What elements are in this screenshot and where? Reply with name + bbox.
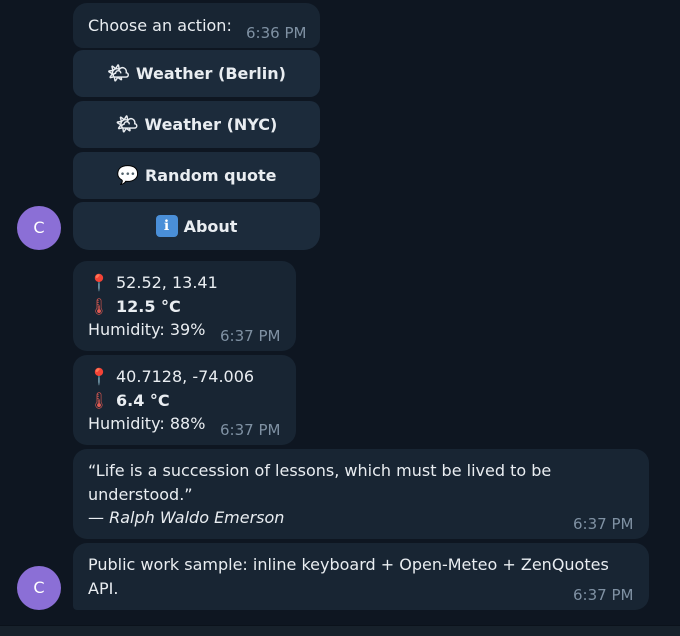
speech-bubble-icon: 💬 (116, 165, 139, 186)
about-message: Public work sample: inline keyboard + Op… (73, 543, 649, 610)
quote-text-line-1: “Life is a succession of lessons, which … (88, 461, 552, 480)
quote-text-line-2: understood.” (88, 485, 193, 504)
quote-message: “Life is a succession of lessons, which … (73, 449, 649, 539)
weather-berlin-message: 📍 52.52, 13.41 🌡 12.5 °C Humidity: 39% 6:3… (73, 261, 296, 351)
coords-text: 40.7128, -74.006 (116, 367, 255, 386)
coords-line: 📍 52.52, 13.41 (88, 271, 218, 294)
temperature-text: 6.4 °C (116, 391, 170, 410)
weather-nyc-message: 📍 40.7128, -74.006 🌡 6.4 °C Humidity: 88% … (73, 355, 296, 445)
menu-message-time: 6:36 PM (246, 24, 307, 42)
about-text-line-2: API. (88, 579, 119, 598)
weather-nyc-button[interactable]: 🌤 Weather (NYC) (73, 101, 320, 148)
weather-nyc-label: Weather (NYC) (144, 115, 278, 134)
avatar[interactable]: C (17, 206, 61, 250)
composer-bar (0, 625, 680, 636)
avatar-letter: C (33, 218, 45, 237)
message-time: 6:37 PM (220, 327, 281, 345)
message-time: 6:37 PM (573, 515, 634, 533)
temperature-text: 12.5 °C (116, 297, 181, 316)
weather-berlin-button[interactable]: 🌤 Weather (Berlin) (73, 50, 320, 97)
info-icon: ℹ (155, 215, 178, 237)
temperature-line: 🌡 6.4 °C (88, 389, 170, 412)
about-text-line-1: Public work sample: inline keyboard + Op… (88, 555, 609, 574)
random-quote-label: Random quote (144, 166, 277, 185)
about-button[interactable]: ℹ About (73, 202, 320, 250)
message-time: 6:37 PM (573, 586, 634, 604)
humidity-text: Humidity: 88% (88, 414, 206, 433)
avatar-letter: C (33, 578, 45, 597)
pin-icon: 📍 (89, 367, 109, 386)
coords-line: 📍 40.7128, -74.006 (88, 365, 254, 388)
coords-text: 52.52, 13.41 (116, 273, 218, 292)
thermometer-icon: 🌡 (88, 297, 110, 316)
menu-message-text: Choose an action: (88, 16, 232, 35)
humidity-text: Humidity: 39% (88, 320, 206, 339)
random-quote-button[interactable]: 💬 Random quote (73, 152, 320, 199)
temperature-line: 🌡 12.5 °C (88, 295, 181, 318)
pin-icon: 📍 (89, 273, 109, 292)
sun-behind-cloud-icon: 🌤 (115, 114, 139, 135)
quote-author: — Ralph Waldo Emerson (88, 508, 285, 527)
thermometer-icon: 🌡 (88, 391, 110, 410)
weather-berlin-label: Weather (Berlin) (135, 64, 286, 83)
avatar[interactable]: C (17, 566, 61, 610)
menu-message-bubble: Choose an action: 6:36 PM (73, 3, 320, 48)
sun-behind-cloud-icon: 🌤 (107, 63, 130, 84)
about-label: About (183, 216, 238, 236)
message-time: 6:37 PM (220, 421, 281, 439)
